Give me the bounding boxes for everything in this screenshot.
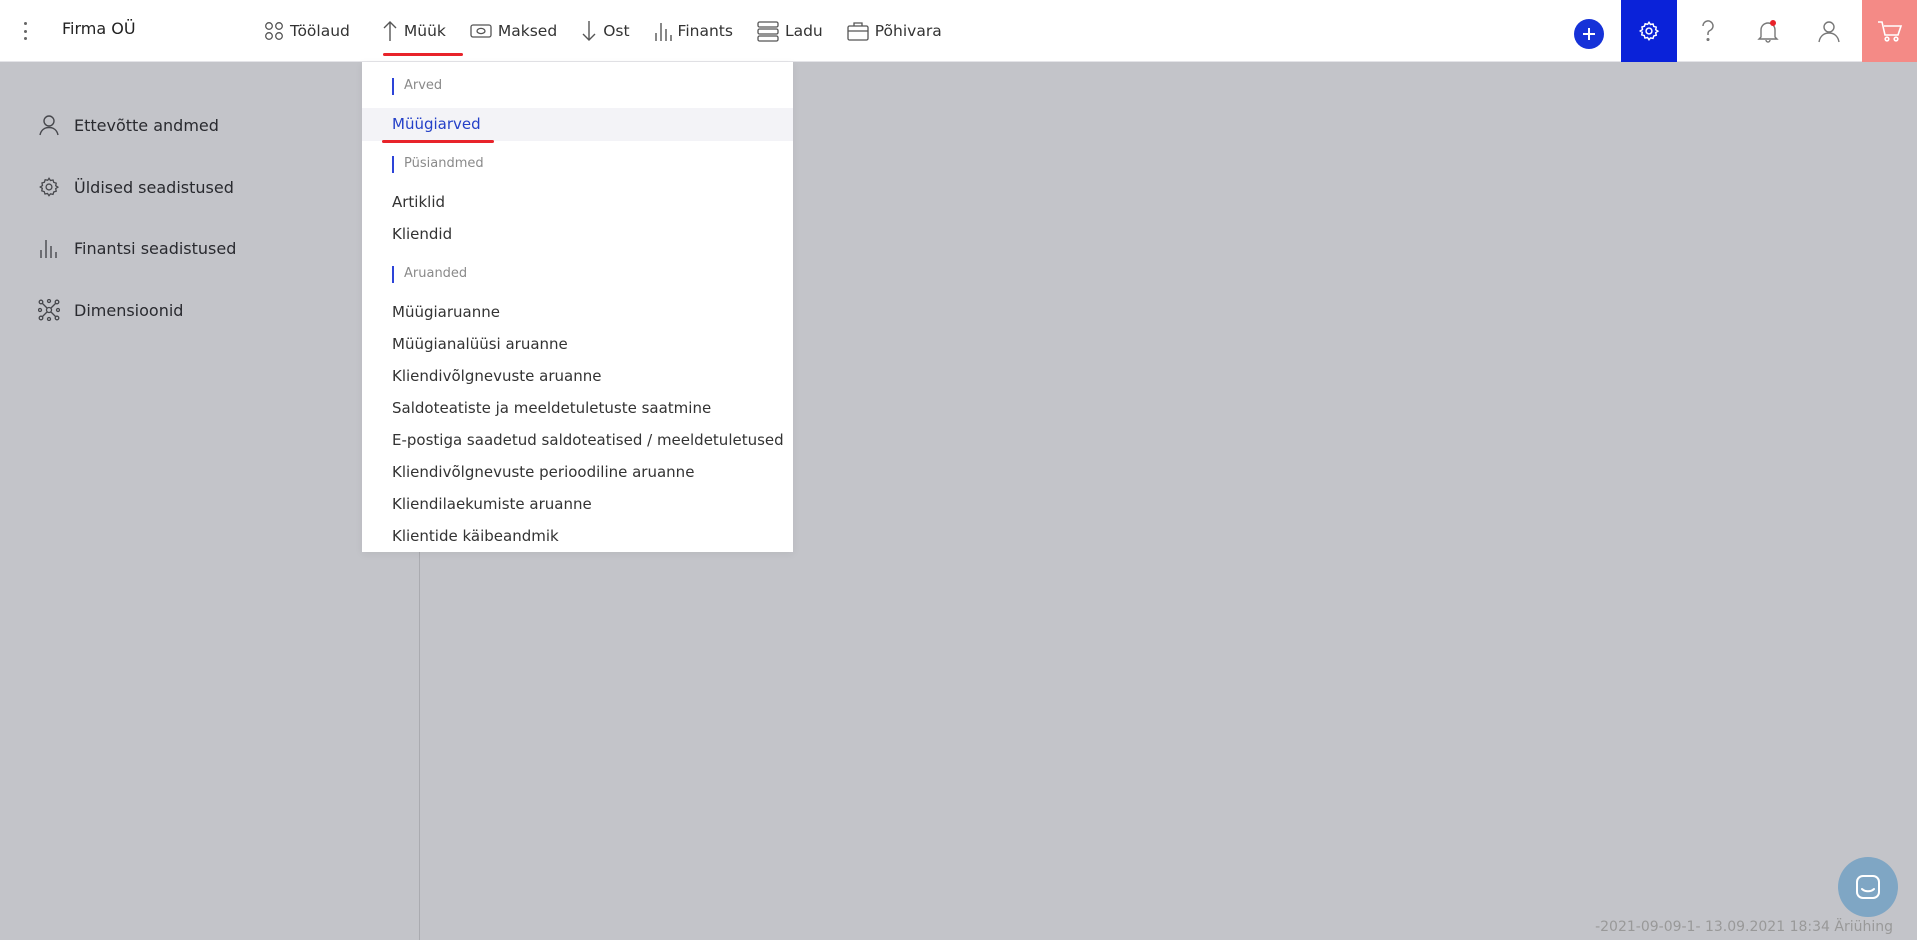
notifications-button[interactable] [1740, 0, 1796, 62]
sales-dropdown-menu: Arved Müügiarved Püsiandmed Artiklid Kli… [362, 62, 793, 552]
menu-item-periodic-debts-report[interactable]: Kliendivõlgnevuste perioodiline aruanne [392, 463, 694, 481]
main-nav: Töölaud Müük Maksed Ost Finants Ladu Põh… [254, 0, 956, 62]
nav-finants[interactable]: Finants [644, 0, 747, 62]
stack-icon [757, 21, 779, 42]
menu-item-customer-receipts-report[interactable]: Kliendilaekumiste aruanne [392, 495, 592, 513]
add-button[interactable] [1574, 19, 1604, 49]
active-item-indicator [382, 140, 494, 143]
active-nav-indicator [383, 53, 463, 56]
help-button[interactable] [1680, 0, 1736, 62]
plus-icon [1583, 28, 1595, 40]
cart-icon [1877, 21, 1902, 42]
menu-item-customer-debts-report[interactable]: Kliendivõlgnevuste aruanne [392, 367, 601, 385]
chat-icon [1856, 875, 1880, 899]
nav-maksed[interactable]: Maksed [460, 0, 571, 62]
nav-label: Finants [677, 22, 733, 40]
bell-icon [1757, 20, 1779, 43]
dashboard-icon [265, 22, 283, 40]
nav-ost[interactable]: Ost [571, 0, 643, 62]
nav-label: Ladu [784, 22, 823, 40]
top-bar: Firma OÜ Töölaud Müük Maksed Ost Finants… [0, 0, 1917, 62]
money-icon [470, 24, 492, 38]
section-heading-invoices: Arved [392, 78, 442, 95]
nav-label: Müük [403, 22, 446, 40]
nav-label: Töölaud [290, 22, 350, 40]
more-menu-icon[interactable] [18, 20, 32, 42]
question-icon [1702, 20, 1714, 42]
bar-chart-icon [654, 23, 672, 41]
section-heading-reports: Aruanded [392, 266, 467, 283]
nav-label: Põhivara [874, 22, 942, 40]
menu-item-emailed-balance-notices[interactable]: E-postiga saadetud saldoteatised / meeld… [392, 431, 784, 449]
nav-pohivara[interactable]: Põhivara [837, 0, 956, 62]
arrow-up-icon [383, 21, 397, 41]
menu-item-sales-analysis-report[interactable]: Müügianalüüsi aruanne [392, 335, 568, 353]
section-heading-master-data: Püsiandmed [392, 156, 484, 173]
menu-item-customer-turnover[interactable]: Klientide käibeandmik [392, 527, 559, 545]
chat-button[interactable] [1838, 857, 1898, 917]
briefcase-icon [847, 22, 869, 41]
version-footer: -2021-09-09-1- 13.09.2021 18:34 Äriühing [1595, 919, 1893, 935]
cart-button[interactable] [1862, 0, 1917, 62]
settings-button[interactable] [1621, 0, 1677, 62]
company-name[interactable]: Firma OÜ [62, 19, 136, 38]
user-button[interactable] [1801, 0, 1857, 62]
menu-item-customers[interactable]: Kliendid [392, 225, 452, 243]
nav-label: Ost [603, 22, 630, 40]
menu-item-sales-invoices[interactable]: Müügiarved [392, 115, 481, 133]
menu-item-sales-report[interactable]: Müügiaruanne [392, 303, 500, 321]
arrow-down-icon [582, 21, 596, 41]
gear-icon [1638, 20, 1660, 41]
nav-ladu[interactable]: Ladu [747, 0, 837, 62]
dropdown-backdrop[interactable] [0, 62, 1917, 940]
nav-label: Maksed [497, 22, 558, 40]
menu-item-articles[interactable]: Artiklid [392, 193, 445, 211]
menu-item-send-balance-notices[interactable]: Saldoteatiste ja meeldetuletuste saatmin… [392, 399, 711, 417]
user-icon [1818, 21, 1840, 43]
nav-toolaud[interactable]: Töölaud [254, 0, 364, 62]
